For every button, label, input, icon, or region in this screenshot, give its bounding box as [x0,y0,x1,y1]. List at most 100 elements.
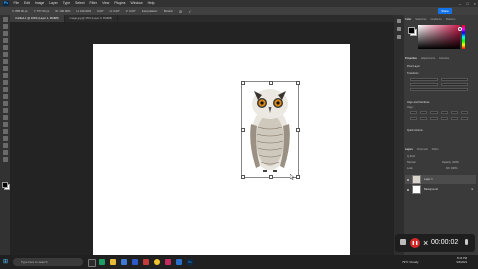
option-width[interactable]: W: 100.00% [55,9,70,13]
doc-tab-image[interactable]: image.jpg @ 25% (Layer 0, RGB/8) [65,15,118,22]
pause-recording-button[interactable]: ❚❚ [410,238,420,248]
recorder-app-icon[interactable] [165,259,171,265]
photoshop-taskbar-icon[interactable]: Ps [187,259,193,265]
option-rotate[interactable]: 0.00° [97,9,104,13]
zoom-tool-icon[interactable] [2,157,8,162]
color-picker-field[interactable] [418,25,462,49]
tab-channels[interactable]: Channels [417,148,428,151]
layer-fill[interactable]: Fill: 100% [446,167,457,170]
blur-tool-icon[interactable] [2,108,8,113]
transform-angle-field[interactable] [410,88,468,91]
document-canvas[interactable] [93,44,350,255]
healing-brush-tool-icon[interactable] [2,66,8,71]
tab-adjustments[interactable]: Adjustments [421,57,435,60]
store-app-icon[interactable] [132,259,138,265]
layer-row[interactable]: Layer 1 [405,175,476,184]
tab-properties[interactable]: Properties [405,57,417,60]
eraser-tool-icon[interactable] [2,94,8,99]
visibility-eye-icon[interactable] [407,188,409,191]
maximize-icon[interactable]: □ [466,0,468,7]
menu-view[interactable]: View [100,0,112,7]
taskbar-search-input[interactable]: Type here to search [13,258,83,266]
pen-tool-icon[interactable] [2,122,8,127]
marquee-tool-icon[interactable] [2,24,8,29]
frame-tool-icon[interactable] [2,52,8,57]
transform-handle[interactable] [268,174,273,179]
media-app-icon[interactable] [143,259,149,265]
gradient-tool-icon[interactable] [2,101,8,106]
layer-row[interactable]: Background ■ [405,185,476,194]
layer-opacity[interactable]: Opacity: 100% [442,161,459,164]
adjustments-panel-icon[interactable] [397,27,401,31]
transform-handle[interactable] [240,80,245,85]
transform-bounding-box[interactable] [240,80,300,179]
layers-kind-filter[interactable]: Q Kind [407,155,415,158]
move-tool-icon[interactable] [2,17,8,22]
distribute-buttons[interactable] [410,117,469,120]
close-icon[interactable]: × [474,0,476,7]
tab-libraries[interactable]: Libraries [439,57,449,60]
transform-handle[interactable] [295,80,300,85]
transform-handle[interactable] [268,80,273,85]
menu-layer[interactable]: Layer [47,0,60,7]
path-select-tool-icon[interactable] [2,136,8,141]
option-y[interactable]: Y: 577.00 px [34,9,50,13]
microphone-icon[interactable] [465,239,468,245]
windows-start-icon[interactable]: ⊞ [3,259,9,265]
menu-plugins[interactable]: Plugins [112,0,128,7]
hand-tool-icon[interactable] [2,150,8,155]
eyedropper-tool-icon[interactable] [2,59,8,64]
history-brush-tool-icon[interactable] [2,87,8,92]
transform-handle[interactable] [295,174,300,179]
menu-edit[interactable]: Edit [21,0,32,7]
transform-section-header[interactable]: Transform [407,72,419,75]
interpolation-select[interactable]: Bicubic [164,9,173,13]
cancel-recording-icon[interactable]: × [423,236,428,250]
doc-tab-untitled[interactable]: Untitled-1 @ 100% (Layer 1, RGB/8) [10,15,65,22]
libraries-panel-icon[interactable] [397,35,401,39]
option-x[interactable]: X: 885.00 px [12,9,28,13]
lasso-tool-icon[interactable] [2,31,8,36]
stop-recording-button[interactable] [400,239,406,245]
menu-file[interactable]: File [11,0,21,7]
transform-handle[interactable] [240,174,245,179]
edge-browser-icon[interactable] [99,259,105,265]
layer-name[interactable]: Background [424,188,438,191]
tab-paths[interactable]: Paths [432,148,439,151]
color-panel-foreground-swatch[interactable] [408,27,415,34]
system-clock[interactable]: 8:44 PM 9/6/2023 [445,257,467,265]
option-height[interactable]: H: 100.00% [76,9,91,13]
menu-window[interactable]: Window [128,0,145,7]
minimize-icon[interactable]: – [459,0,461,7]
hue-slider[interactable] [462,25,465,49]
brush-tool-icon[interactable] [2,73,8,78]
menu-image[interactable]: Image [32,0,46,7]
dodge-tool-icon[interactable] [2,115,8,120]
app-icon[interactable] [176,259,182,265]
tab-gradients[interactable]: Gradients [430,18,441,21]
transform-wh-fields[interactable] [410,78,468,81]
option-skew-h[interactable]: H: 0.00° [110,9,120,13]
option-skew-v[interactable]: V: 0.00° [126,9,136,13]
visibility-eye-icon[interactable] [407,178,409,181]
align-buttons[interactable] [410,111,469,114]
crop-tool-icon[interactable] [2,45,8,50]
transform-handle[interactable] [240,128,245,132]
tab-swatches[interactable]: Swatches [415,18,426,21]
clone-stamp-tool-icon[interactable] [2,80,8,85]
menu-type[interactable]: Type [60,0,72,7]
foreground-color-swatch[interactable] [2,182,8,188]
history-panel-icon[interactable] [397,19,401,23]
quick-actions-header[interactable]: Quick Actions [407,129,423,132]
file-explorer-icon[interactable] [110,259,116,265]
align-section-header[interactable]: Align and Distribute [407,101,430,104]
share-button[interactable]: Share [438,8,452,14]
quick-select-tool-icon[interactable] [2,38,8,43]
menu-select[interactable]: Select [73,0,87,7]
mail-app-icon[interactable] [121,259,127,265]
commit-transform-icon[interactable]: ✓ [188,9,191,14]
blend-mode-select[interactable]: Normal [407,161,415,164]
weather-widget[interactable]: 79°F Cloudy [402,259,419,265]
menu-filter[interactable]: Filter [87,0,100,7]
layer-name[interactable]: Layer 1 [424,178,433,181]
